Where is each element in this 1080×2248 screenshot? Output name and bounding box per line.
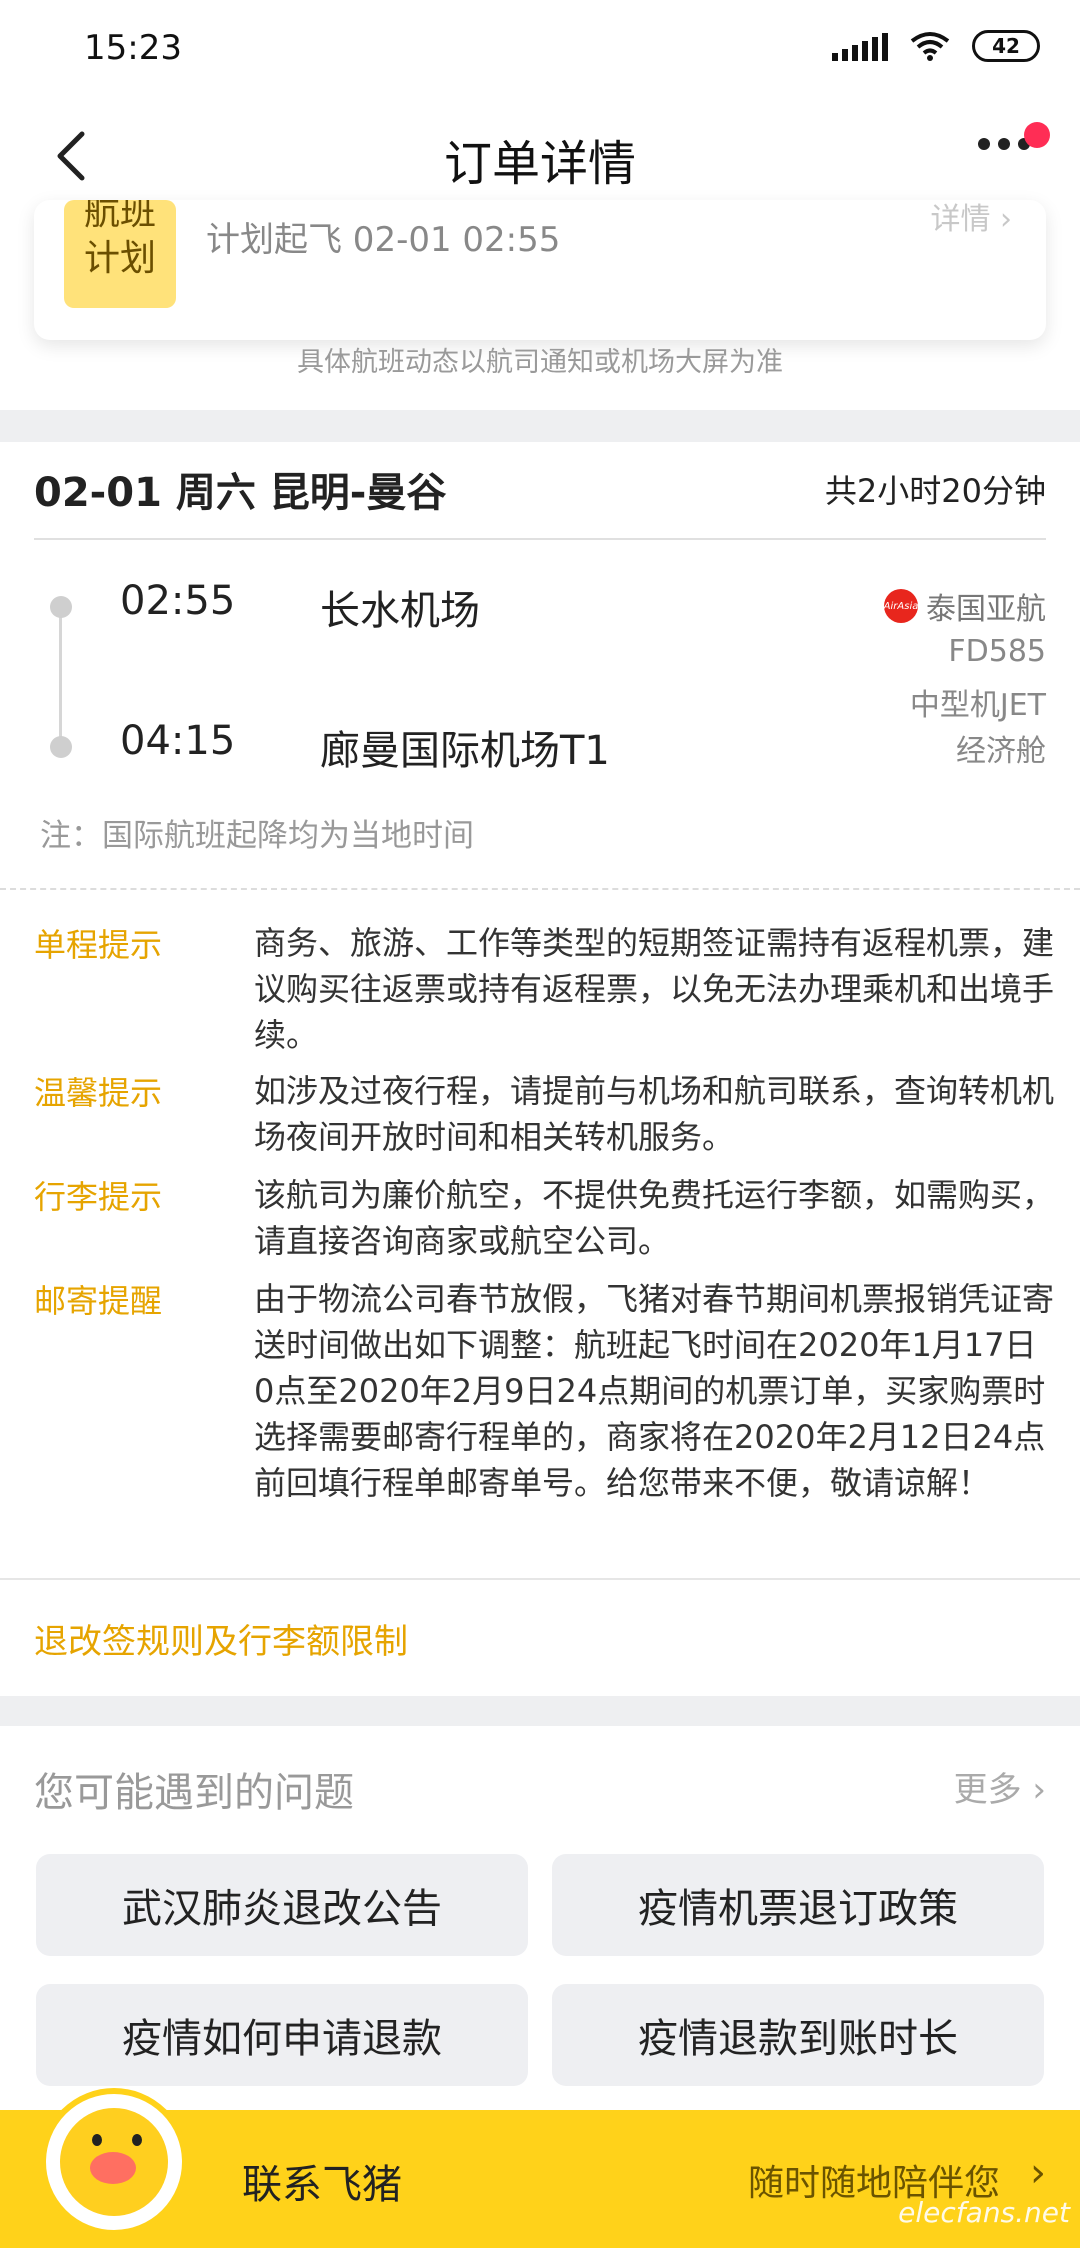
aircraft-type: 中型机JET <box>909 688 1046 723</box>
flight-number: FD585 <box>948 634 1046 669</box>
tip-warm: 温馨提示 如涉及过夜行程，请提前与机场和航司联系，查询转机机场夜间开放时间和相关… <box>34 1068 1054 1160</box>
section-divider <box>0 410 1080 442</box>
signal-icon <box>832 31 888 61</box>
route-header: 02-01 周六 昆明-曼谷 <box>34 470 447 516</box>
page-title: 订单详情 <box>443 136 636 192</box>
tip-label: 单程提示 <box>34 926 163 964</box>
tip-one-way: 单程提示 商务、旅游、工作等类型的短期签证需持有返程机票，建议购买往返票或持有返… <box>34 920 1054 1060</box>
tip-label: 温馨提示 <box>34 1074 163 1112</box>
arrival-airport: 廊曼国际机场T1 <box>320 728 610 774</box>
airline-name: 泰国亚航 <box>926 592 1046 627</box>
tip-label: 行李提示 <box>34 1178 163 1216</box>
tip-text: 商务、旅游、工作等类型的短期签证需持有返程机票，建议购买往返票或持有返程票，以免… <box>254 924 1055 1054</box>
departure-dot <box>50 596 72 618</box>
flight-disclaimer: 具体航班动态以航司通知或机场大屏为准 <box>297 347 783 378</box>
status-icons: 42 <box>832 30 1040 62</box>
status-time: 15:23 <box>84 28 182 68</box>
wifi-icon <box>910 32 950 61</box>
tip-text: 如涉及过夜行程，请提前与机场和航司联系，查询转机机场夜间开放时间和相关转机服务。 <box>254 1072 1055 1156</box>
tip-baggage: 行李提示 该航司为廉价航空，不提供免费托运行李额，如需购买，请直接咨询商家或航空… <box>34 1172 1054 1264</box>
more-icon[interactable] <box>978 138 1030 150</box>
planned-departure: 计划起飞 02-01 02:55 <box>206 220 561 260</box>
arrival-time: 04:15 <box>120 718 236 764</box>
tip-mailing: 邮寄提醒 由于物流公司春节放假，飞猪对春节期间机票报销凭证寄送时间做出如下调整：… <box>34 1276 1054 1516</box>
departure-time: 02:55 <box>120 578 236 624</box>
battery-icon: 42 <box>972 30 1040 62</box>
faq-button[interactable]: 疫情退款到账时长 <box>552 1984 1044 2086</box>
dashed-divider <box>0 888 1080 890</box>
tip-label: 邮寄提醒 <box>34 1282 163 1320</box>
faq-more-label: 更多 <box>953 1770 1022 1810</box>
faq-button[interactable]: 疫情如何申请退款 <box>36 1984 528 2086</box>
chevron-right-icon[interactable]: › <box>1030 2150 1046 2196</box>
flight-status-card[interactable]: 航班 计划 计划起飞 02-01 02:55 详情 › <box>34 200 1046 340</box>
flight-plan-badge: 航班 计划 <box>64 200 176 308</box>
detail-link[interactable]: 详情 › <box>930 200 1012 238</box>
faq-title: 您可能遇到的问题 <box>34 1770 354 1816</box>
divider <box>0 1578 1080 1580</box>
detail-label: 详情 <box>930 202 991 237</box>
watermark: elecfans.net <box>898 2196 1070 2229</box>
cabin-class: 经济舱 <box>956 734 1046 769</box>
status-bar: 15:23 42 <box>0 0 1080 100</box>
timeline-line <box>59 606 62 746</box>
airasia-logo-icon: AirAsia <box>884 589 918 623</box>
notification-dot <box>1024 122 1050 148</box>
faq-more-link[interactable]: 更多 › <box>954 1762 1046 1811</box>
section-divider <box>0 1696 1080 1726</box>
faq-button[interactable]: 疫情机票退订政策 <box>552 1854 1044 1956</box>
tip-text: 由于物流公司春节放假，飞猪对春节期间机票报销凭证寄送时间做出如下调整：航班起飞时… <box>254 1280 1055 1502</box>
tip-text: 该航司为廉价航空，不提供免费托运行李额，如需购买，请直接咨询商家或航空公司。 <box>254 1176 1055 1260</box>
arrival-dot <box>50 736 72 758</box>
route-duration: 共2小时20分钟 <box>824 472 1046 510</box>
airline-row: AirAsia 泰国亚航 <box>884 584 1046 628</box>
local-time-note: 注：国际航班起降均为当地时间 <box>40 818 474 854</box>
refund-rules-link[interactable]: 退改签规则及行李额限制 <box>34 1614 408 1663</box>
flight-status-section: 航班 计划 计划起飞 02-01 02:55 详情 › 具体航班动态以航司通知或… <box>0 200 1080 410</box>
badge-bottom-text: 计划 <box>83 238 156 279</box>
departure-airport: 长水机场 <box>320 588 480 634</box>
faq-button[interactable]: 武汉肺炎退改公告 <box>36 1854 528 1956</box>
route-divider <box>34 538 1046 540</box>
contact-label[interactable]: 联系飞猪 <box>242 2152 402 2210</box>
fliggy-mascot-icon <box>40 2088 188 2236</box>
badge-top-text: 航班 <box>83 200 156 233</box>
